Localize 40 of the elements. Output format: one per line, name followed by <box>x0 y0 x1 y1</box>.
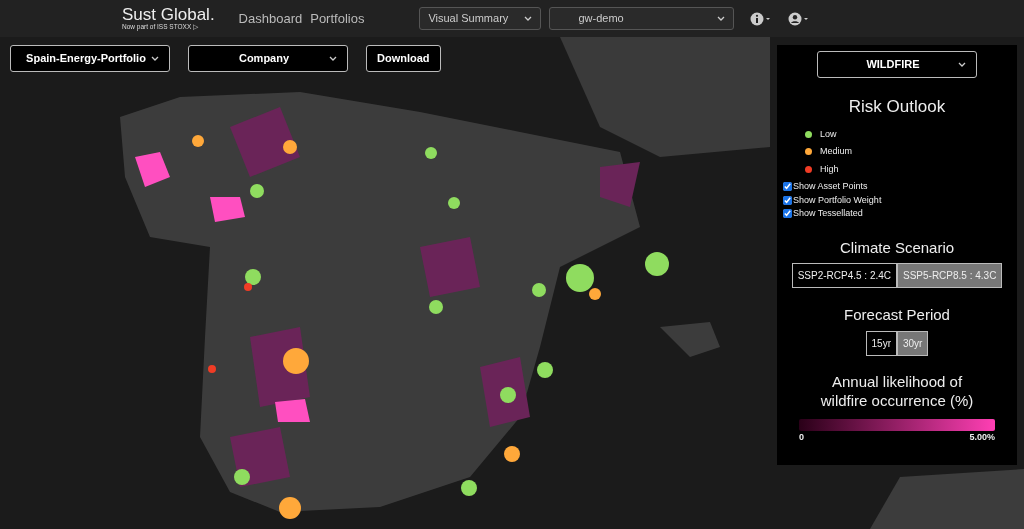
header-select[interactable]: gw-demo <box>549 7 735 30</box>
nav-link[interactable]: Portfolios <box>310 8 365 29</box>
section-title: Climate Scenario <box>838 237 956 258</box>
scale-max-label: 5.00% <box>969 430 995 444</box>
scale-title: Annual likelihood of wildfire occurrence (%) <box>819 371 975 411</box>
portfolio-select[interactable]: Spain-Energy-Portfolio <box>10 45 170 72</box>
legend-label: High <box>820 162 839 176</box>
select-value: Spain-Energy-Portfolio <box>25 51 147 67</box>
header-select[interactable]: Visual Summary <box>419 7 542 30</box>
segment-button[interactable]: 15yr <box>865 330 897 356</box>
chevron-icon <box>717 15 726 22</box>
checkbox-label: Show Asset Points <box>793 180 868 193</box>
panel-title: Risk Outlook <box>847 96 947 118</box>
select-value: Visual Summary <box>428 11 509 27</box>
grouping-select[interactable]: Company <box>188 45 348 72</box>
info-icon[interactable] <box>750 11 773 26</box>
chevron-icon <box>329 55 337 62</box>
checkbox[interactable] <box>783 182 792 192</box>
segment-button[interactable]: 30yr <box>897 330 929 356</box>
chevron-icon <box>524 15 533 22</box>
user-icon[interactable] <box>788 11 811 26</box>
checkbox-label: Show Portfolio Weight <box>793 193 882 207</box>
download-button[interactable]: Download <box>366 45 441 72</box>
select-value: gw-demo <box>578 11 624 27</box>
hazard-select[interactable]: WILDFIRE <box>817 51 977 78</box>
chevron-icon <box>958 61 966 68</box>
segment-button[interactable]: SSP2-RCP4.5 : 2.4C <box>791 263 897 288</box>
select-value: WILDFIRE <box>865 57 921 73</box>
legend-label: Medium <box>820 145 852 158</box>
scale-min-label: 0 <box>799 430 804 444</box>
section-title: Forecast Period <box>843 305 951 325</box>
checkbox-label: Show Tessellated <box>793 207 863 220</box>
segment-button[interactable]: SSP5-RCP8.5 : 4.3C <box>897 263 1003 288</box>
checkbox[interactable] <box>783 195 792 205</box>
checkbox[interactable] <box>783 209 792 219</box>
chevron-icon <box>151 55 159 62</box>
brand-name: Sust Global. <box>122 6 215 23</box>
nav-link[interactable]: Dashboard <box>238 8 303 29</box>
select-value: Company <box>237 51 291 67</box>
legend-label: Low <box>820 127 837 141</box>
